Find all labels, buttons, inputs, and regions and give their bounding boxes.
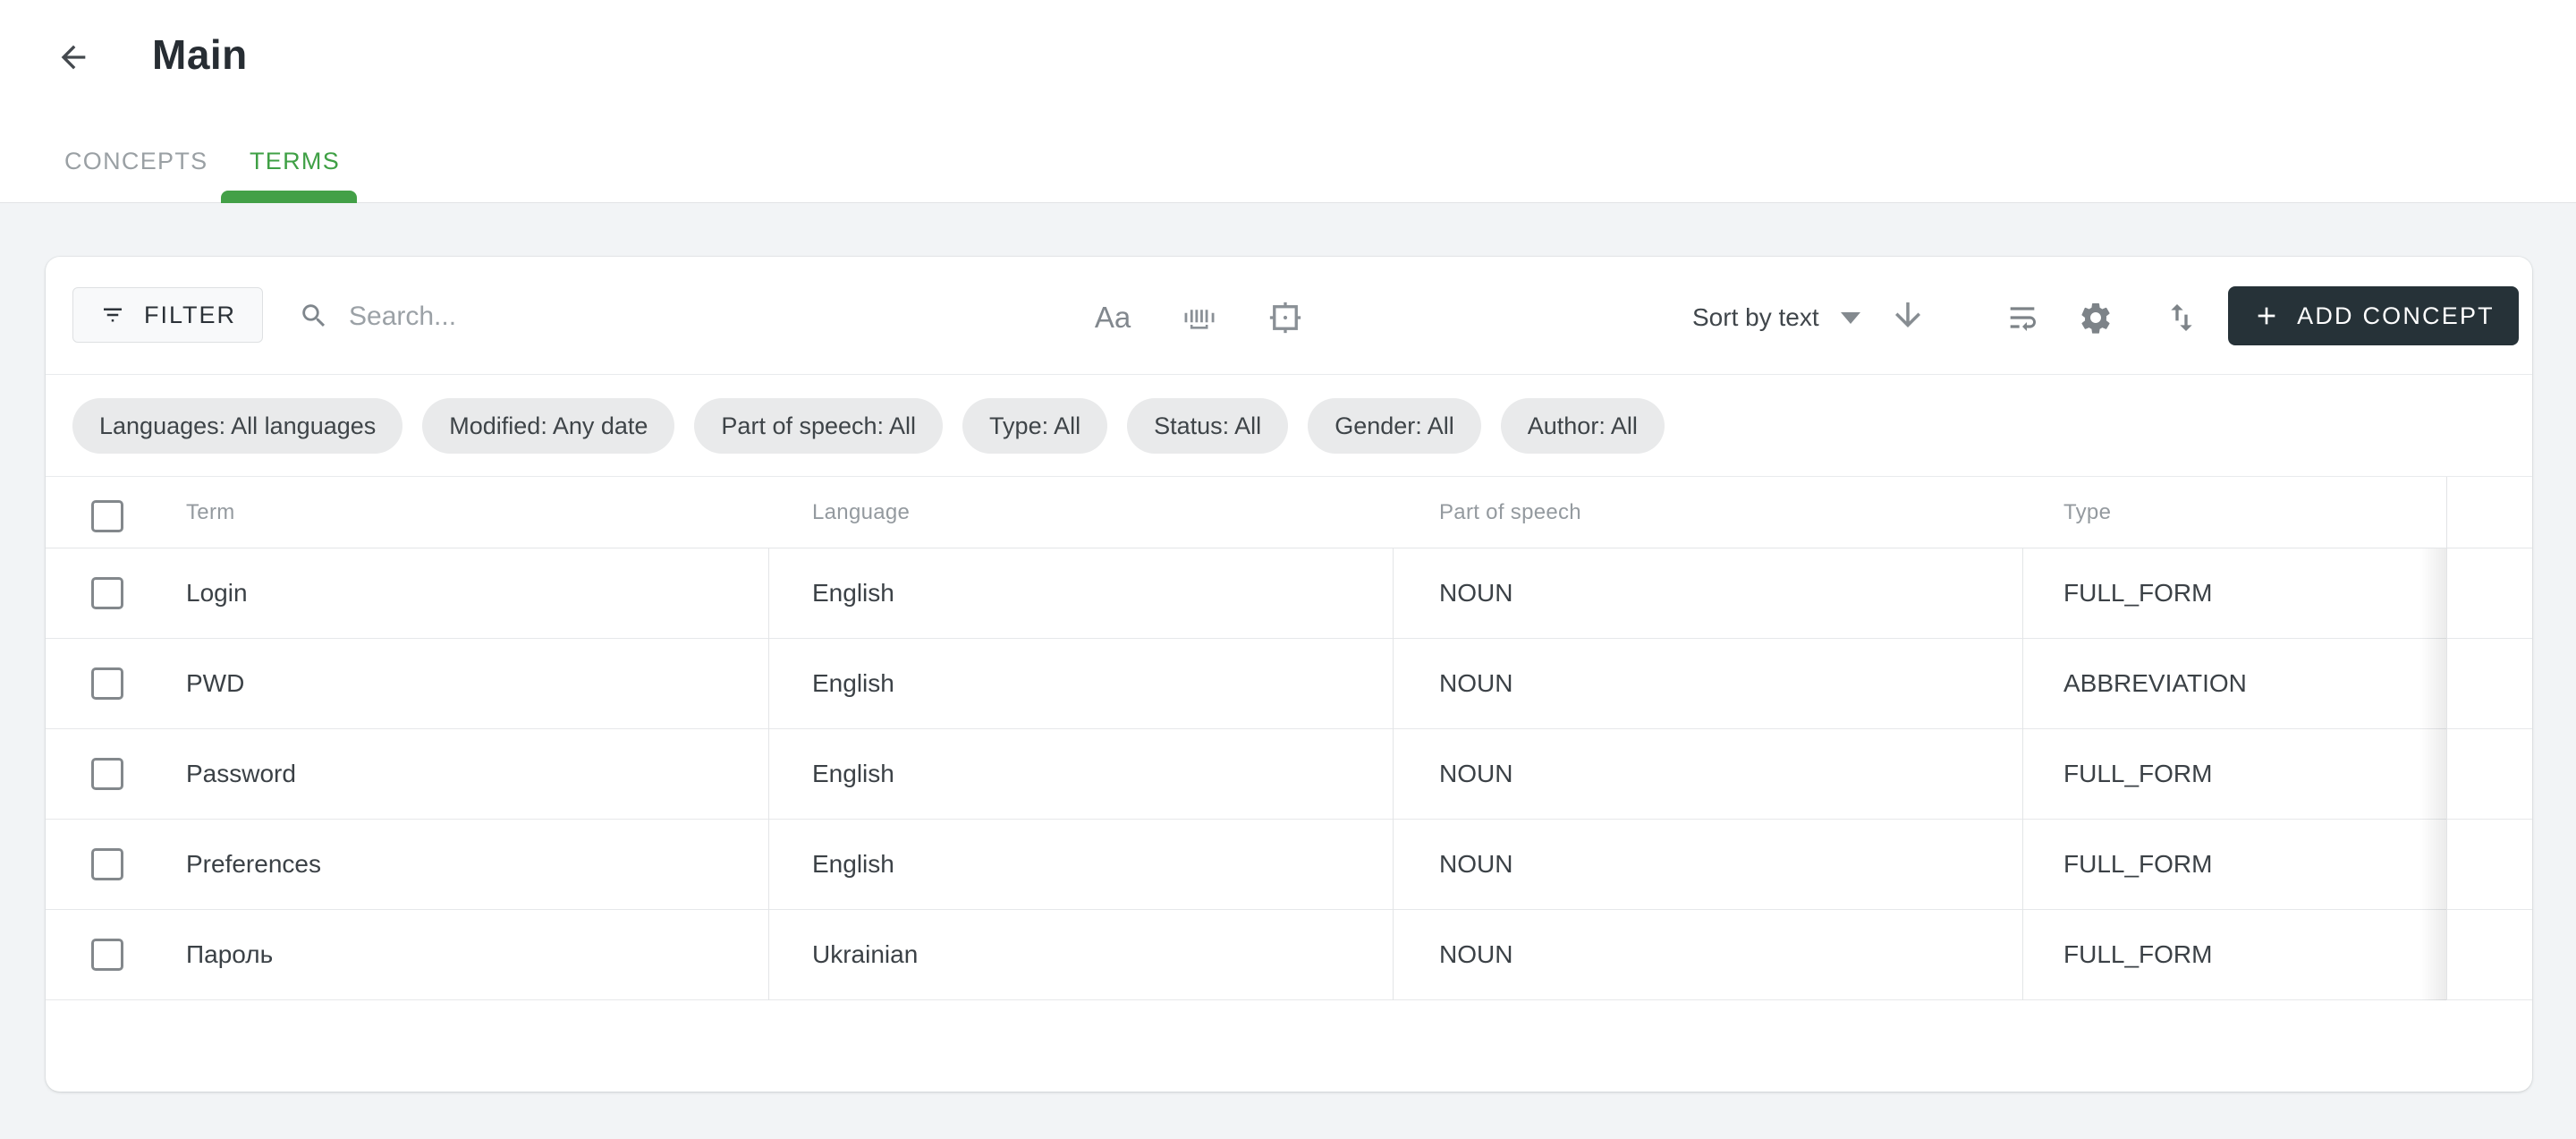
pagination-bar: Rows per page: 25 1-5 of 5	[46, 1000, 2532, 1092]
column-header-language: Language	[812, 500, 910, 525]
row-checkbox[interactable]	[91, 577, 123, 609]
chip-type[interactable]: Type: All	[962, 398, 1107, 454]
cell-part-of-speech: NOUN	[1439, 940, 1513, 969]
cell-part-of-speech: NOUN	[1439, 669, 1513, 698]
select-all-checkbox[interactable]	[91, 500, 123, 532]
filter-button-label: FILTER	[144, 302, 236, 329]
arrow-down-icon	[1889, 294, 1927, 336]
cell-language: English	[812, 760, 894, 788]
page-title: Main	[152, 30, 248, 79]
pinned-column-scroll-shadow	[2419, 548, 2446, 1000]
table-row[interactable]: Preferences English NOUN FULL_FORM	[46, 820, 2532, 910]
column-separator	[768, 548, 769, 1000]
terms-page: Main CONCEPTS TERMS FILTER Aa	[0, 0, 2576, 1139]
table-row[interactable]: Пароль Ukrainian NOUN FULL_FORM	[46, 910, 2532, 1000]
barcode-icon	[1181, 299, 1218, 336]
cell-term: Login	[186, 579, 248, 608]
barcode-toggle[interactable]	[1174, 293, 1224, 343]
filter-lines-icon	[99, 302, 126, 328]
gear-icon	[2078, 300, 2114, 336]
chip-status[interactable]: Status: All	[1127, 398, 1288, 454]
cell-part-of-speech: NOUN	[1439, 760, 1513, 788]
table-header: Term Language Part of speech Type	[46, 477, 2532, 548]
tab-concepts[interactable]: CONCEPTS	[64, 140, 208, 183]
cell-part-of-speech: NOUN	[1439, 579, 1513, 608]
pinned-column-separator	[2446, 477, 2447, 1000]
column-header-type: Type	[2063, 500, 2111, 525]
plus-icon	[2252, 302, 2281, 330]
wrap-text-button[interactable]	[1999, 294, 2046, 341]
chip-part-of-speech[interactable]: Part of speech: All	[694, 398, 943, 454]
scan-frame-icon	[1267, 299, 1304, 336]
chip-gender[interactable]: Gender: All	[1308, 398, 1481, 454]
cell-term: Пароль	[186, 940, 273, 969]
caret-down-icon	[1841, 312, 1860, 324]
tab-terms[interactable]: TERMS	[250, 140, 340, 183]
match-case-toggle[interactable]: Aa	[1088, 293, 1138, 343]
back-button[interactable]	[50, 34, 97, 81]
terms-card: FILTER Aa	[46, 257, 2532, 1092]
toolbar: FILTER Aa	[46, 257, 2532, 375]
cell-language: English	[812, 669, 894, 698]
swap-vertical-button[interactable]	[2158, 294, 2205, 341]
scan-frame-toggle[interactable]	[1260, 293, 1310, 343]
arrow-left-icon	[55, 39, 91, 75]
chip-modified[interactable]: Modified: Any date	[422, 398, 674, 454]
table-row[interactable]: PWD English NOUN ABBREVIATION	[46, 639, 2532, 729]
cell-type: ABBREVIATION	[2063, 669, 2247, 698]
cell-language: English	[812, 579, 894, 608]
cell-term: Password	[186, 760, 296, 788]
cell-part-of-speech: NOUN	[1439, 850, 1513, 879]
add-concept-label: ADD CONCEPT	[2297, 302, 2495, 330]
column-separator	[1393, 548, 1394, 1000]
row-checkbox[interactable]	[91, 939, 123, 971]
add-concept-button[interactable]: ADD CONCEPT	[2228, 286, 2519, 345]
cell-type: FULL_FORM	[2063, 760, 2212, 788]
sort-by-select[interactable]: Sort by text	[1692, 293, 1860, 343]
filter-button[interactable]: FILTER	[72, 287, 263, 343]
filter-chips-row: Languages: All languages Modified: Any d…	[46, 375, 2532, 477]
column-separator	[2022, 548, 2023, 1000]
row-checkbox[interactable]	[91, 848, 123, 880]
cell-term: PWD	[186, 669, 244, 698]
search-field	[299, 289, 996, 344]
sort-direction-button[interactable]	[1885, 291, 1931, 341]
chip-author[interactable]: Author: All	[1501, 398, 1665, 454]
cell-type: FULL_FORM	[2063, 940, 2212, 969]
page-header: Main CONCEPTS TERMS	[0, 0, 2576, 203]
table-row[interactable]: Password English NOUN FULL_FORM	[46, 729, 2532, 820]
wrap-text-icon	[2004, 300, 2040, 336]
cell-term: Preferences	[186, 850, 321, 879]
row-checkbox[interactable]	[91, 667, 123, 700]
settings-button[interactable]	[2072, 294, 2119, 341]
active-tab-indicator	[221, 191, 357, 203]
cell-language: English	[812, 850, 894, 879]
row-checkbox[interactable]	[91, 758, 123, 790]
sort-by-label: Sort by text	[1692, 303, 1819, 332]
column-header-part-of-speech: Part of speech	[1439, 500, 1581, 525]
column-header-term: Term	[186, 500, 235, 525]
swap-vertical-icon	[2164, 300, 2199, 336]
cell-type: FULL_FORM	[2063, 850, 2212, 879]
chip-languages[interactable]: Languages: All languages	[72, 398, 402, 454]
cell-language: Ukrainian	[812, 940, 918, 969]
search-icon	[299, 301, 329, 331]
search-input[interactable]	[349, 289, 975, 344]
table-row[interactable]: Login English NOUN FULL_FORM	[46, 548, 2532, 639]
cell-type: FULL_FORM	[2063, 579, 2212, 608]
